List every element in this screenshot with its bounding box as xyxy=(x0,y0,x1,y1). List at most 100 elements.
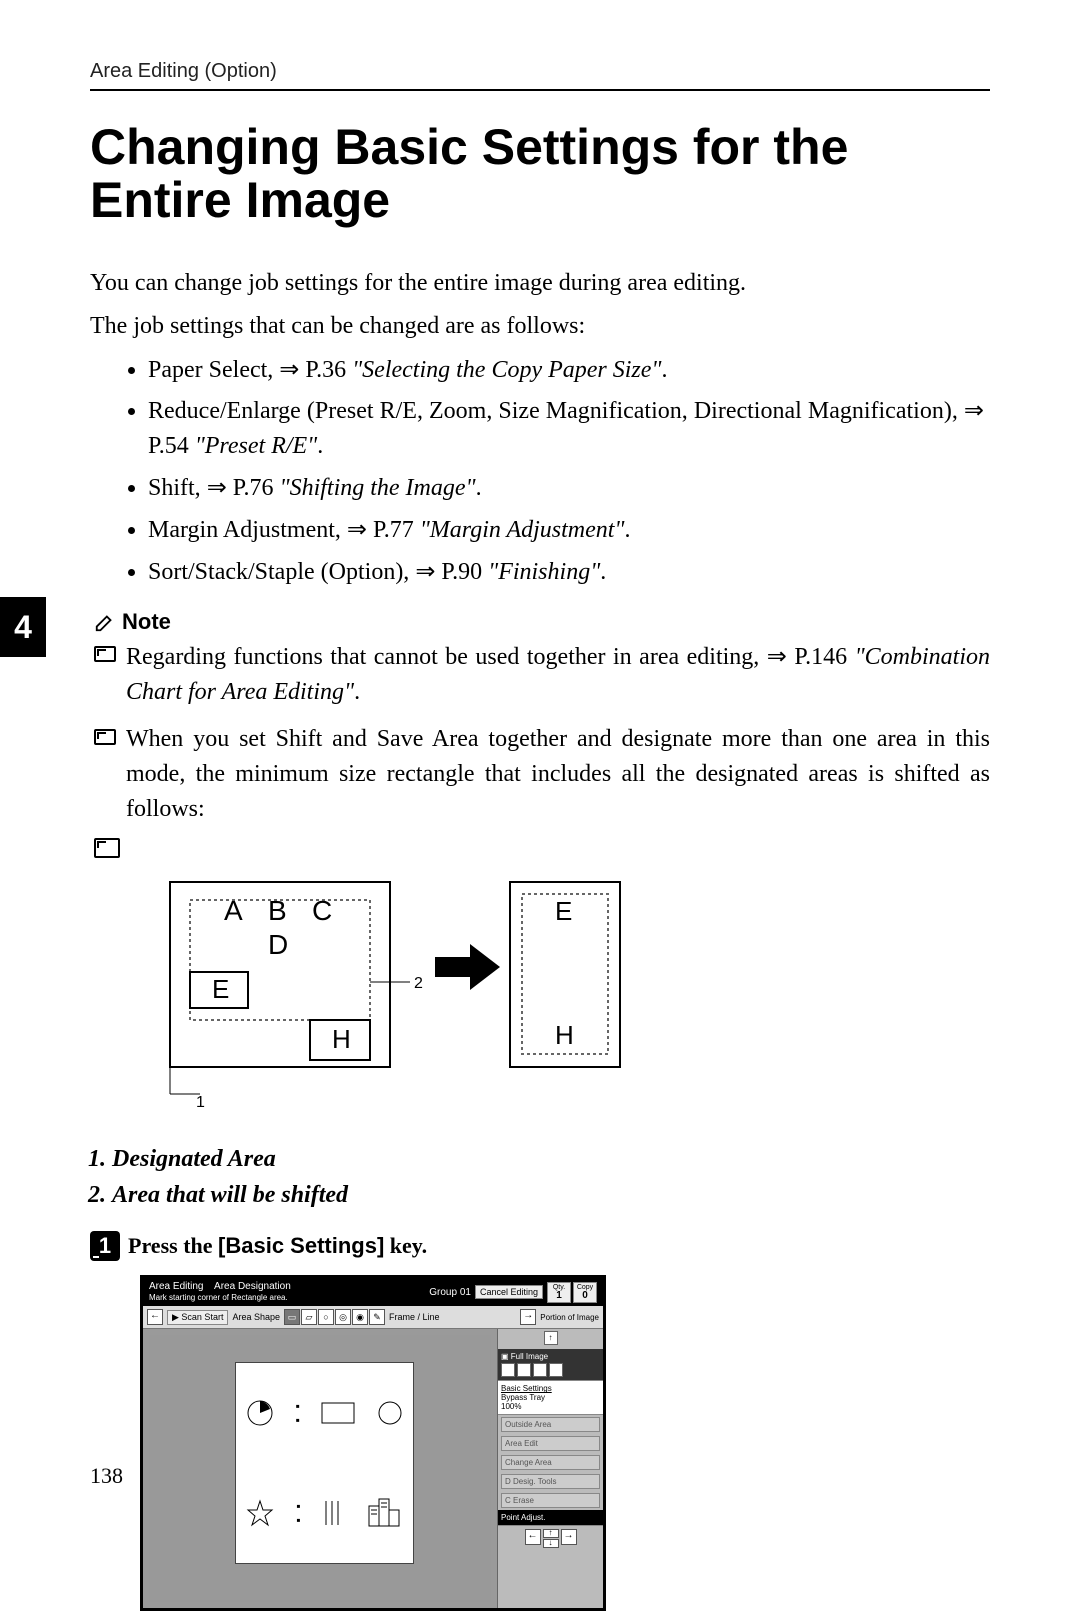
pattern-icon[interactable]: ▣ xyxy=(549,1363,563,1377)
label-C: C xyxy=(312,895,332,926)
ss-side-panel: ↑ ▣ Full Image ▨ ▥ ◧ ▣ Basic Settings By… xyxy=(497,1329,603,1608)
pattern-icon[interactable]: ▥ xyxy=(517,1363,531,1377)
point-adjust-label: Point Adjust. xyxy=(498,1510,603,1526)
change-area-button[interactable]: Change Area xyxy=(501,1455,600,1470)
note-label: Note xyxy=(122,609,171,635)
ss-title-bar: Area Editing Area Designation Mark start… xyxy=(143,1278,603,1306)
circle-tool-icon[interactable]: ○ xyxy=(318,1309,334,1325)
circle-icon xyxy=(377,1400,403,1426)
arrow-icon: ⇒ xyxy=(964,396,984,424)
pattern-icon[interactable]: ▨ xyxy=(501,1363,515,1377)
page-number: 138 xyxy=(90,1463,123,1489)
point-adjust-arrows: ← ↑ ↓ → xyxy=(498,1526,603,1551)
basic-settings-button[interactable]: Basic Settings Bypass Tray 100% xyxy=(498,1381,603,1415)
letter: C xyxy=(505,1496,511,1505)
arrow-up-icon[interactable]: ↑ xyxy=(543,1529,559,1538)
arrow-left-icon[interactable]: ← xyxy=(525,1529,541,1545)
text: Paper Select, xyxy=(148,357,279,383)
page-ref: P.90 xyxy=(435,559,488,585)
free-tool-icon[interactable]: ✎ xyxy=(369,1309,385,1325)
ring-tool-icon[interactable]: ◉ xyxy=(352,1309,368,1325)
key-name: [Basic Settings] xyxy=(218,1233,384,1258)
label-H-left: H xyxy=(332,1024,351,1054)
label-1: 1 xyxy=(196,1094,205,1111)
label: Full Image xyxy=(511,1352,548,1361)
qty-value: 1 xyxy=(556,1290,562,1301)
text: . xyxy=(662,357,668,383)
bullet-3: Shift, ⇒ P.76 "Shifting the Image". xyxy=(148,470,990,506)
ref-title: "Selecting the Copy Paper Size" xyxy=(352,357,661,383)
desig-tools-button[interactable]: D Desig. Tools xyxy=(501,1474,600,1489)
building-icon xyxy=(368,1498,402,1528)
text: . xyxy=(354,679,360,705)
pencil-icon xyxy=(94,611,116,633)
ss-submode: Area Designation xyxy=(214,1281,291,1292)
note-2: When you set Shift and Save Area togethe… xyxy=(90,722,990,826)
box-bullet-icon xyxy=(94,729,116,745)
ss-preview-paper: ▪▪ ▪▪ xyxy=(235,1362,415,1564)
page-ref: P.146 xyxy=(787,644,855,670)
erase-button[interactable]: C Erase xyxy=(501,1493,600,1508)
ss-canvas[interactable]: ▪▪ ▪▪ xyxy=(149,1335,491,1602)
text: Reduce/Enlarge (Preset R/E, Zoom, Size M… xyxy=(148,398,964,424)
cancel-editing-button[interactable]: Cancel Editing xyxy=(475,1285,543,1299)
ss-mode: Area Editing xyxy=(149,1281,203,1292)
bullet-1: Paper Select, ⇒ P.36 "Selecting the Copy… xyxy=(148,352,990,388)
bullet-5: Sort/Stack/Staple (Option), ⇒ P.90 "Fini… xyxy=(148,554,990,590)
pie-icon xyxy=(246,1399,274,1427)
area-edit-button[interactable]: Area Edit xyxy=(501,1436,600,1451)
arrow-right-icon[interactable]: → xyxy=(520,1309,536,1325)
label-E-left: E xyxy=(212,974,229,1004)
text: . xyxy=(625,517,631,543)
label: Scan Start xyxy=(181,1312,223,1322)
ref-title: "Margin Adjustment" xyxy=(420,517,625,543)
page-ref: P.77 xyxy=(367,517,420,543)
label-D: D xyxy=(268,929,288,960)
ref-title: "Preset R/E" xyxy=(195,433,318,459)
arrow-right-icon[interactable]: → xyxy=(561,1529,577,1545)
frame-line-label: Frame / Line xyxy=(389,1312,440,1322)
bullet-list: Paper Select, ⇒ P.36 "Selecting the Copy… xyxy=(90,352,990,590)
full-image-button[interactable]: ▣ Full Image ▨ ▥ ◧ ▣ xyxy=(498,1349,603,1381)
label: Basic Settings xyxy=(501,1384,552,1393)
arrow-up-icon[interactable]: ↑ xyxy=(544,1331,558,1345)
bullet-4: Margin Adjustment, ⇒ P.77 "Margin Adjust… xyxy=(148,512,990,548)
poly-tool-icon[interactable]: ▱ xyxy=(301,1309,317,1325)
arrow-down-icon[interactable]: ↓ xyxy=(543,1539,559,1548)
shift-diagram: 1 E H A B C D 2 E H xyxy=(160,872,990,1117)
intro-line-2: The job settings that can be changed are… xyxy=(90,309,990,344)
pattern-icon[interactable]: ◧ xyxy=(533,1363,547,1377)
step-badge: 1 xyxy=(90,1231,120,1261)
scan-start-button[interactable]: ▶ Scan Start xyxy=(167,1310,228,1325)
ss-group: Group 01 xyxy=(429,1287,471,1298)
text: . xyxy=(600,559,606,585)
text: When you set Shift and Save Area togethe… xyxy=(126,722,990,826)
ss-toolbar: ← ▶ Scan Start Area Shape ▭ ▱ ○ ◎ ◉ ✎ Fr… xyxy=(143,1306,603,1329)
box-bullet-icon xyxy=(94,646,116,662)
shape-tools: ▭ ▱ ○ ◎ ◉ ✎ xyxy=(284,1309,385,1325)
label-B: B xyxy=(268,895,287,926)
rule-top xyxy=(90,89,990,91)
text: . xyxy=(476,475,482,501)
letter: D xyxy=(505,1477,511,1486)
text: . xyxy=(317,433,323,459)
legend-icon: ▪▪ xyxy=(296,1499,300,1527)
page-ref: P.36 xyxy=(299,357,352,383)
arrow-icon: ⇒ xyxy=(347,515,367,543)
intro-line-1: You can change job settings for the enti… xyxy=(90,266,990,301)
copier-screenshot: Area Editing Area Designation Mark start… xyxy=(140,1275,606,1611)
outside-area-button[interactable]: Outside Area xyxy=(501,1417,600,1432)
caption-1: Designated Area xyxy=(112,1141,990,1177)
text: Regarding functions that cannot be used … xyxy=(126,644,767,670)
arrow-left-icon[interactable]: ← xyxy=(147,1309,163,1325)
ref-title: "Shifting the Image" xyxy=(279,475,475,501)
target-tool-icon[interactable]: ◎ xyxy=(335,1309,351,1325)
arrow-icon: ⇒ xyxy=(279,355,299,383)
portion-label: Portion of Image xyxy=(540,1313,599,1322)
bullet-2: Reduce/Enlarge (Preset R/E, Zoom, Size M… xyxy=(148,393,990,464)
rect-tool-icon[interactable]: ▭ xyxy=(284,1309,300,1325)
area-shape-label: Area Shape xyxy=(232,1312,280,1322)
text: key. xyxy=(384,1233,427,1258)
running-head: Area Editing (Option) xyxy=(90,60,990,83)
box-bullet-icon xyxy=(94,838,120,858)
